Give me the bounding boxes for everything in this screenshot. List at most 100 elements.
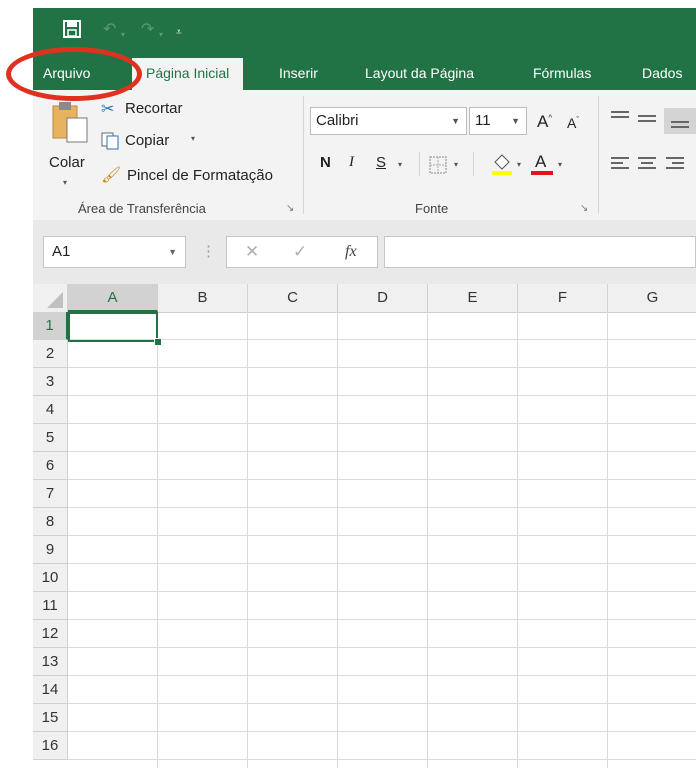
column-header[interactable]: G (608, 284, 696, 312)
borders-dropdown-icon[interactable]: ▾ (454, 160, 458, 169)
row-header[interactable]: 8 (33, 508, 68, 536)
formula-buttons: ✕ ✓ fx (226, 236, 378, 268)
column-header[interactable]: E (428, 284, 518, 312)
decrease-font-size-button[interactable]: Aˇ (567, 115, 579, 131)
clipboard-group-label: Área de Transferência (78, 201, 206, 216)
align-right-icon[interactable] (666, 156, 684, 175)
tab-arquivo[interactable]: Arquivo (43, 56, 90, 90)
fill-color-dropdown-icon[interactable]: ▾ (517, 160, 521, 169)
font-color-button[interactable]: A (531, 150, 553, 176)
formula-input[interactable] (384, 236, 696, 268)
format-painter-label: Pincel de Formatação (127, 167, 273, 184)
ribbon-tabs: Arquivo Página Inicial Inserir Layout da… (33, 56, 696, 90)
enter-icon[interactable]: ✓ (293, 242, 307, 262)
row-header[interactable]: 16 (33, 732, 68, 760)
underline-dropdown-icon[interactable]: ▾ (398, 160, 402, 169)
clipboard-dialog-launcher-icon[interactable]: ↘ (286, 203, 294, 214)
gridline-horizontal (68, 507, 696, 508)
tab-inserir[interactable]: Inserir (279, 56, 318, 90)
undo-dropdown-icon[interactable]: ▾ (121, 27, 125, 43)
bold-button[interactable]: N (320, 154, 331, 171)
row-header[interactable]: 15 (33, 704, 68, 732)
formula-bar-area: A1 ▼ ⋮ ✕ ✓ fx (33, 220, 696, 284)
align-left-icon[interactable] (611, 156, 629, 175)
increase-font-label: A (537, 112, 549, 131)
increase-font-size-button[interactable]: A^ (537, 112, 552, 132)
tab-dados[interactable]: Dados (642, 56, 682, 90)
align-bottom-icon[interactable] (664, 108, 696, 134)
font-size-combo[interactable]: 11 ▼ (469, 107, 527, 135)
name-box[interactable]: A1 ▼ (43, 236, 186, 268)
undo-icon[interactable]: ↶ (103, 22, 116, 38)
row-header[interactable]: 6 (33, 452, 68, 480)
column-header[interactable]: F (518, 284, 608, 312)
insert-function-icon[interactable]: fx (345, 243, 357, 261)
borders-icon[interactable] (429, 156, 447, 179)
active-cell[interactable] (68, 312, 158, 342)
underline-button[interactable]: S (376, 154, 386, 171)
column-header[interactable]: B (158, 284, 248, 312)
font-color-dropdown-icon[interactable]: ▾ (558, 160, 562, 169)
group-separator (598, 96, 599, 214)
gridline-horizontal (68, 591, 696, 592)
paintbrush-icon: 🖌 (101, 167, 122, 184)
gridline-vertical (247, 312, 248, 768)
column-header[interactable]: A (68, 284, 158, 312)
font-separator (473, 152, 474, 176)
font-size-value: 11 (475, 112, 491, 129)
column-header[interactable]: C (248, 284, 338, 312)
row-header[interactable]: 10 (33, 564, 68, 592)
row-header[interactable]: 3 (33, 368, 68, 396)
row-header[interactable]: 7 (33, 480, 68, 508)
italic-button[interactable]: I (349, 154, 354, 171)
column-headers: ABCDEFG (33, 284, 696, 313)
redo-dropdown-icon[interactable]: ▾ (159, 27, 163, 43)
font-dialog-launcher-icon[interactable]: ↘ (580, 203, 588, 214)
paste-button[interactable]: Colar ▾ (43, 96, 91, 192)
select-all-corner[interactable] (33, 284, 68, 312)
row-header[interactable]: 2 (33, 340, 68, 368)
chevron-down-icon[interactable]: ▼ (511, 108, 520, 134)
paste-dropdown-icon[interactable]: ▾ (63, 178, 67, 187)
column-header[interactable]: D (338, 284, 428, 312)
row-header[interactable]: 4 (33, 396, 68, 424)
gridline-vertical (157, 312, 158, 768)
tab-formulas[interactable]: Fórmulas (533, 56, 591, 90)
page-margin (0, 0, 33, 768)
cancel-icon[interactable]: ✕ (245, 242, 259, 262)
gridline-horizontal (68, 395, 696, 396)
gridline-horizontal (68, 675, 696, 676)
tab-layout-da-pagina[interactable]: Layout da Página (365, 56, 474, 90)
chevron-down-icon[interactable]: ▼ (168, 237, 177, 267)
gridline-horizontal (68, 423, 696, 424)
font-name-combo[interactable]: Calibri ▼ (310, 107, 467, 135)
row-header[interactable]: 5 (33, 424, 68, 452)
tab-pagina-inicial[interactable]: Página Inicial (132, 58, 244, 90)
row-header[interactable]: 9 (33, 536, 68, 564)
row-header[interactable]: 11 (33, 592, 68, 620)
worksheet-grid[interactable]: ABCDEFG 1 2 3 4 5 6 7 8 9 10 11 12 13 14 15 16 (33, 284, 696, 768)
save-icon[interactable] (63, 20, 81, 42)
row-header[interactable]: 13 (33, 648, 68, 676)
gridline-horizontal (68, 535, 696, 536)
row-header[interactable]: 1 (33, 312, 68, 340)
paste-icon (51, 98, 91, 149)
copy-dropdown-icon[interactable]: ▾ (191, 134, 195, 143)
fill-color-icon[interactable] (491, 152, 513, 181)
scissors-icon: ✂ (101, 101, 115, 118)
align-center-icon[interactable] (638, 156, 656, 175)
font-color-swatch (531, 171, 553, 175)
align-middle-icon[interactable] (638, 112, 656, 131)
fill-handle[interactable] (154, 338, 162, 346)
row-header[interactable]: 12 (33, 620, 68, 648)
gridline-horizontal (68, 479, 696, 480)
cells-area[interactable] (68, 312, 696, 768)
gridline-horizontal (68, 731, 696, 732)
redo-icon[interactable]: ↷ (141, 22, 154, 38)
align-top-icon[interactable] (611, 110, 629, 129)
font-group-label: Fonte (415, 201, 449, 216)
row-header[interactable]: 14 (33, 676, 68, 704)
font-name-value: Calibri (316, 112, 359, 129)
customize-quick-access-icon[interactable]: ⩡ (176, 25, 182, 41)
chevron-down-icon[interactable]: ▼ (451, 108, 460, 134)
